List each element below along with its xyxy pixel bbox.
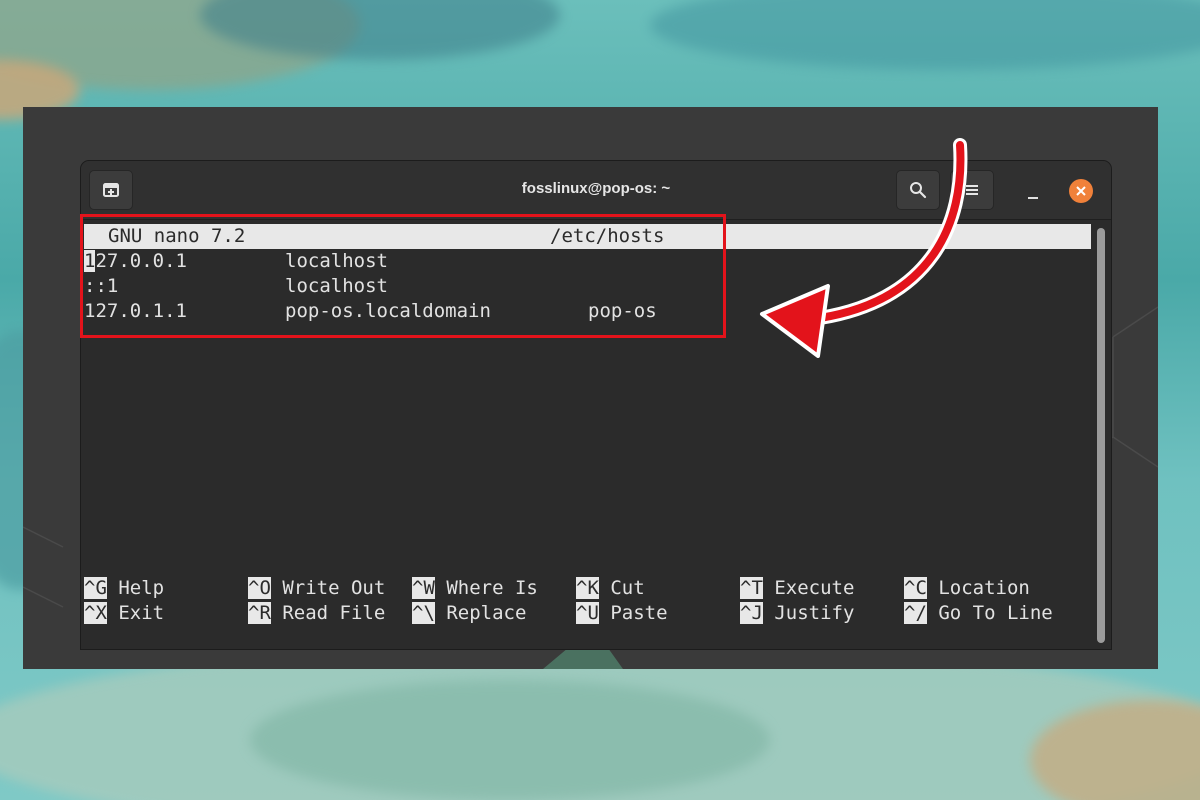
annotation-arrow-icon: [760, 138, 968, 358]
